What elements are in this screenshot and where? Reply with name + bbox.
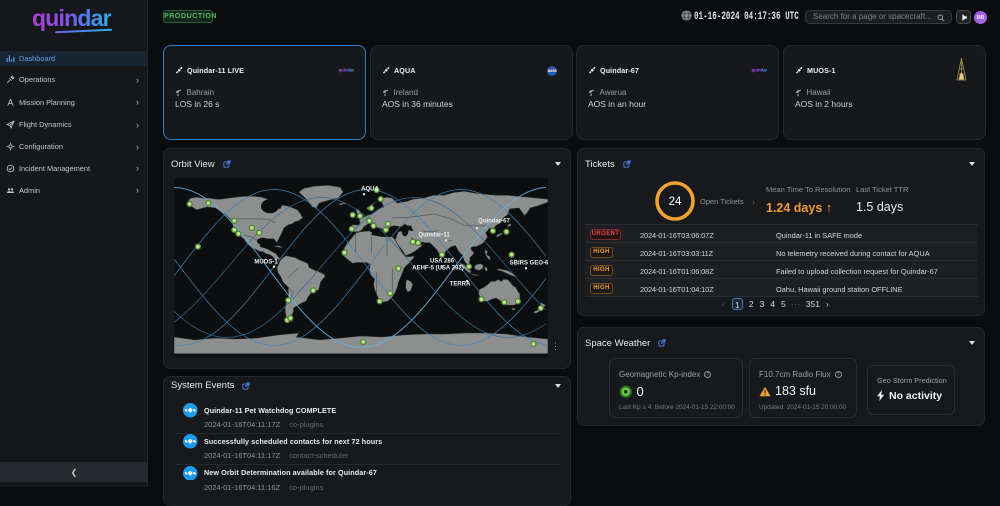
svg-text:MUOS-1: MUOS-1 [254, 259, 278, 265]
svg-text:Quindar-67: Quindar-67 [478, 218, 510, 224]
svg-text:AEHF-5 (USA 292): AEHF-5 (USA 292) [412, 265, 463, 271]
svg-text:quindar: quindar [338, 67, 354, 72]
svg-text:TERRA: TERRA [450, 281, 471, 287]
svg-text:24: 24 [669, 196, 682, 208]
svg-text:AQUA: AQUA [361, 186, 379, 192]
svg-text:NASA: NASA [548, 69, 558, 73]
svg-text:USA 286: USA 286 [430, 258, 455, 264]
svg-text:Quindar-11: Quindar-11 [418, 232, 450, 238]
svg-text:quindar: quindar [751, 67, 767, 72]
svg-text:SBIRS GEO-6: SBIRS GEO-6 [510, 260, 548, 266]
